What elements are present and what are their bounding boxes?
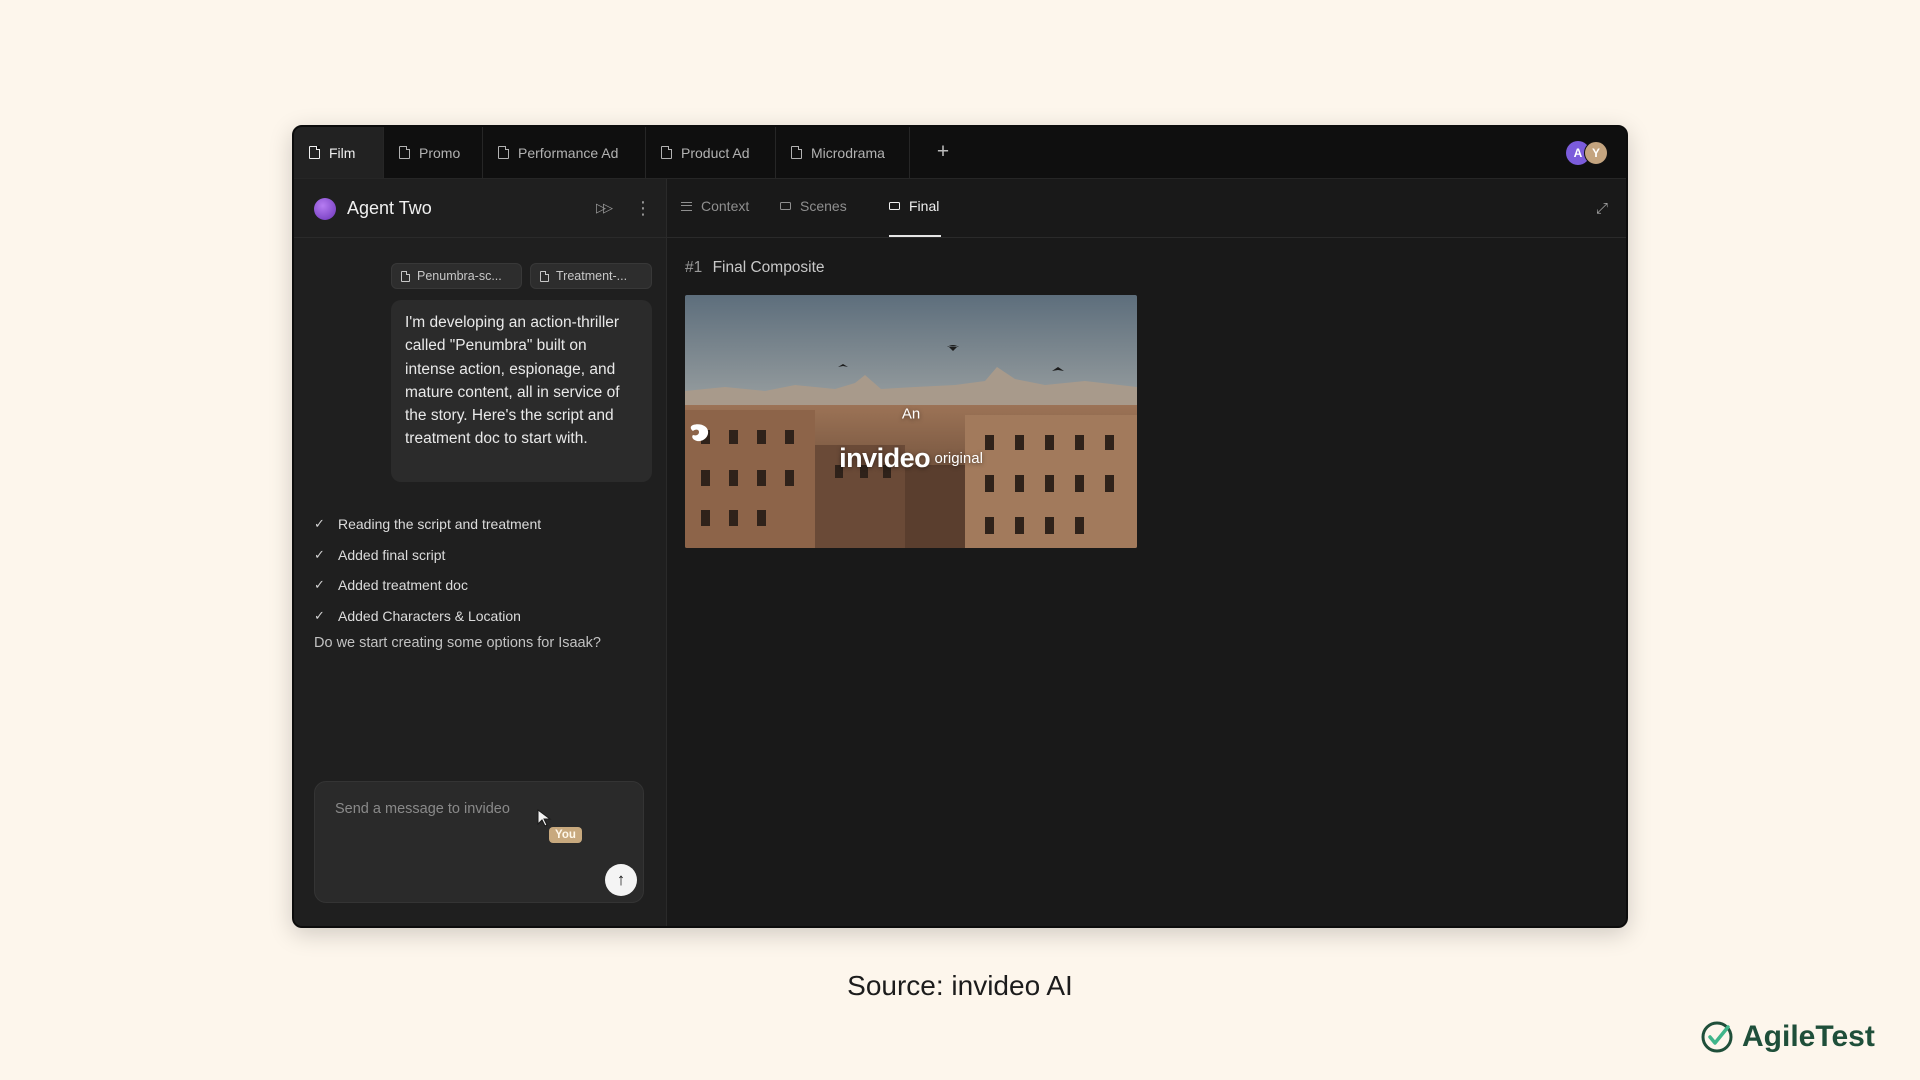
list-icon (681, 201, 692, 211)
document-icon (309, 146, 320, 159)
tab-context[interactable]: Context (681, 198, 749, 214)
attachment-label: Penumbra-sc... (417, 269, 502, 283)
check-icon: ✓ (314, 577, 325, 593)
folder-icon (889, 202, 900, 210)
agent-question: Do we start creating some options for Is… (314, 635, 601, 651)
agiletest-logo: AgileTest (1700, 1020, 1875, 1054)
attachment-label: Treatment-... (556, 269, 628, 283)
step-item: ✓ Added Characters & Location (314, 601, 644, 632)
attachment-chip[interactable]: Penumbra-sc... (391, 263, 522, 289)
collaborator-avatars[interactable]: A Y (1566, 141, 1610, 165)
tab-label: Scenes (800, 198, 847, 214)
step-label: Added treatment doc (338, 577, 468, 594)
expand-icon[interactable]: ⤢ (1596, 200, 1608, 217)
document-icon (791, 146, 802, 159)
overlay-logo-text: invideo (839, 443, 931, 473)
tab-scenes[interactable]: Scenes (780, 198, 847, 214)
fast-forward-icon[interactable]: ▷▷ (596, 200, 613, 216)
tab-final[interactable]: Final (889, 198, 939, 214)
tab-performance-ad[interactable]: Performance Ad (483, 127, 646, 178)
document-icon (399, 146, 410, 159)
step-item: ✓ Added final script (314, 540, 644, 571)
step-label: Added final script (338, 546, 446, 563)
tab-film[interactable]: Film (294, 127, 384, 178)
user-message-bubble: I'm developing an action-thriller called… (391, 300, 652, 482)
agent-steps-list: ✓ Reading the script and treatment ✓ Add… (314, 509, 644, 631)
section-title: #1 Final Composite (685, 259, 825, 277)
tab-label: Promo (419, 144, 461, 161)
more-options-icon[interactable]: ⋮ (634, 195, 652, 221)
step-item: ✓ Added treatment doc (314, 570, 644, 601)
overlay-suffix: original (934, 450, 983, 467)
agent-header: Agent Two ▷▷ ⋮ (294, 179, 666, 238)
invideo-logo-icon (690, 424, 709, 442)
avatar[interactable]: Y (1584, 141, 1608, 165)
section-title-text: Final Composite (712, 259, 825, 276)
source-caption: Source: invideo AI (847, 970, 1073, 1001)
document-icon (540, 270, 549, 282)
final-video-thumbnail[interactable]: An invideo original (685, 295, 1137, 548)
section-number: #1 (685, 259, 703, 276)
tab-label: Performance Ad (518, 144, 619, 161)
document-icon (498, 146, 509, 159)
check-icon: ✓ (314, 607, 325, 623)
view-tab-bar: Context Scenes Final ⤢ (667, 179, 1626, 238)
chat-panel: Agent Two ▷▷ ⋮ Penumbra-sc... Treatment-… (294, 179, 667, 926)
brand-name: AgileTest (1742, 1020, 1875, 1053)
tab-label: Microdrama (811, 144, 885, 161)
step-label: Added Characters & Location (338, 607, 521, 624)
overlay-prefix: An (901, 405, 921, 423)
folder-icon (780, 202, 791, 210)
cursor-icon (537, 809, 552, 827)
tab-label: Product Ad (681, 144, 750, 161)
document-icon (661, 146, 672, 159)
collaborator-cursor-badge: You (549, 827, 582, 843)
check-icon: ✓ (314, 546, 325, 562)
step-label: Reading the script and treatment (338, 516, 542, 533)
agent-avatar (314, 198, 336, 220)
send-button[interactable]: ↑ (605, 864, 637, 896)
message-input[interactable] (333, 796, 597, 822)
video-overlay-title: An invideo original (685, 405, 1137, 474)
add-tab-button[interactable]: + (930, 140, 956, 166)
tab-microdrama[interactable]: Microdrama (776, 127, 910, 178)
step-item: ✓ Reading the script and treatment (314, 509, 644, 540)
document-icon (401, 270, 410, 282)
active-tab-indicator (889, 235, 941, 237)
tab-label: Film (329, 144, 356, 161)
tab-promo[interactable]: Promo (384, 127, 483, 178)
attachment-chip[interactable]: Treatment-... (530, 263, 652, 289)
tab-label: Context (701, 198, 750, 214)
app-window: Film Promo Performance Ad Product Ad Mic… (292, 125, 1628, 928)
check-icon: ✓ (314, 516, 325, 532)
output-panel: Context Scenes Final ⤢ #1 Final Composit… (667, 179, 1626, 926)
agent-name: Agent Two (347, 198, 432, 218)
message-composer: You ↑ (314, 781, 644, 903)
tab-product-ad[interactable]: Product Ad (646, 127, 776, 178)
check-circle-icon (1701, 1021, 1733, 1053)
document-tab-bar: Film Promo Performance Ad Product Ad Mic… (294, 127, 1626, 179)
tab-label: Final (909, 198, 940, 214)
